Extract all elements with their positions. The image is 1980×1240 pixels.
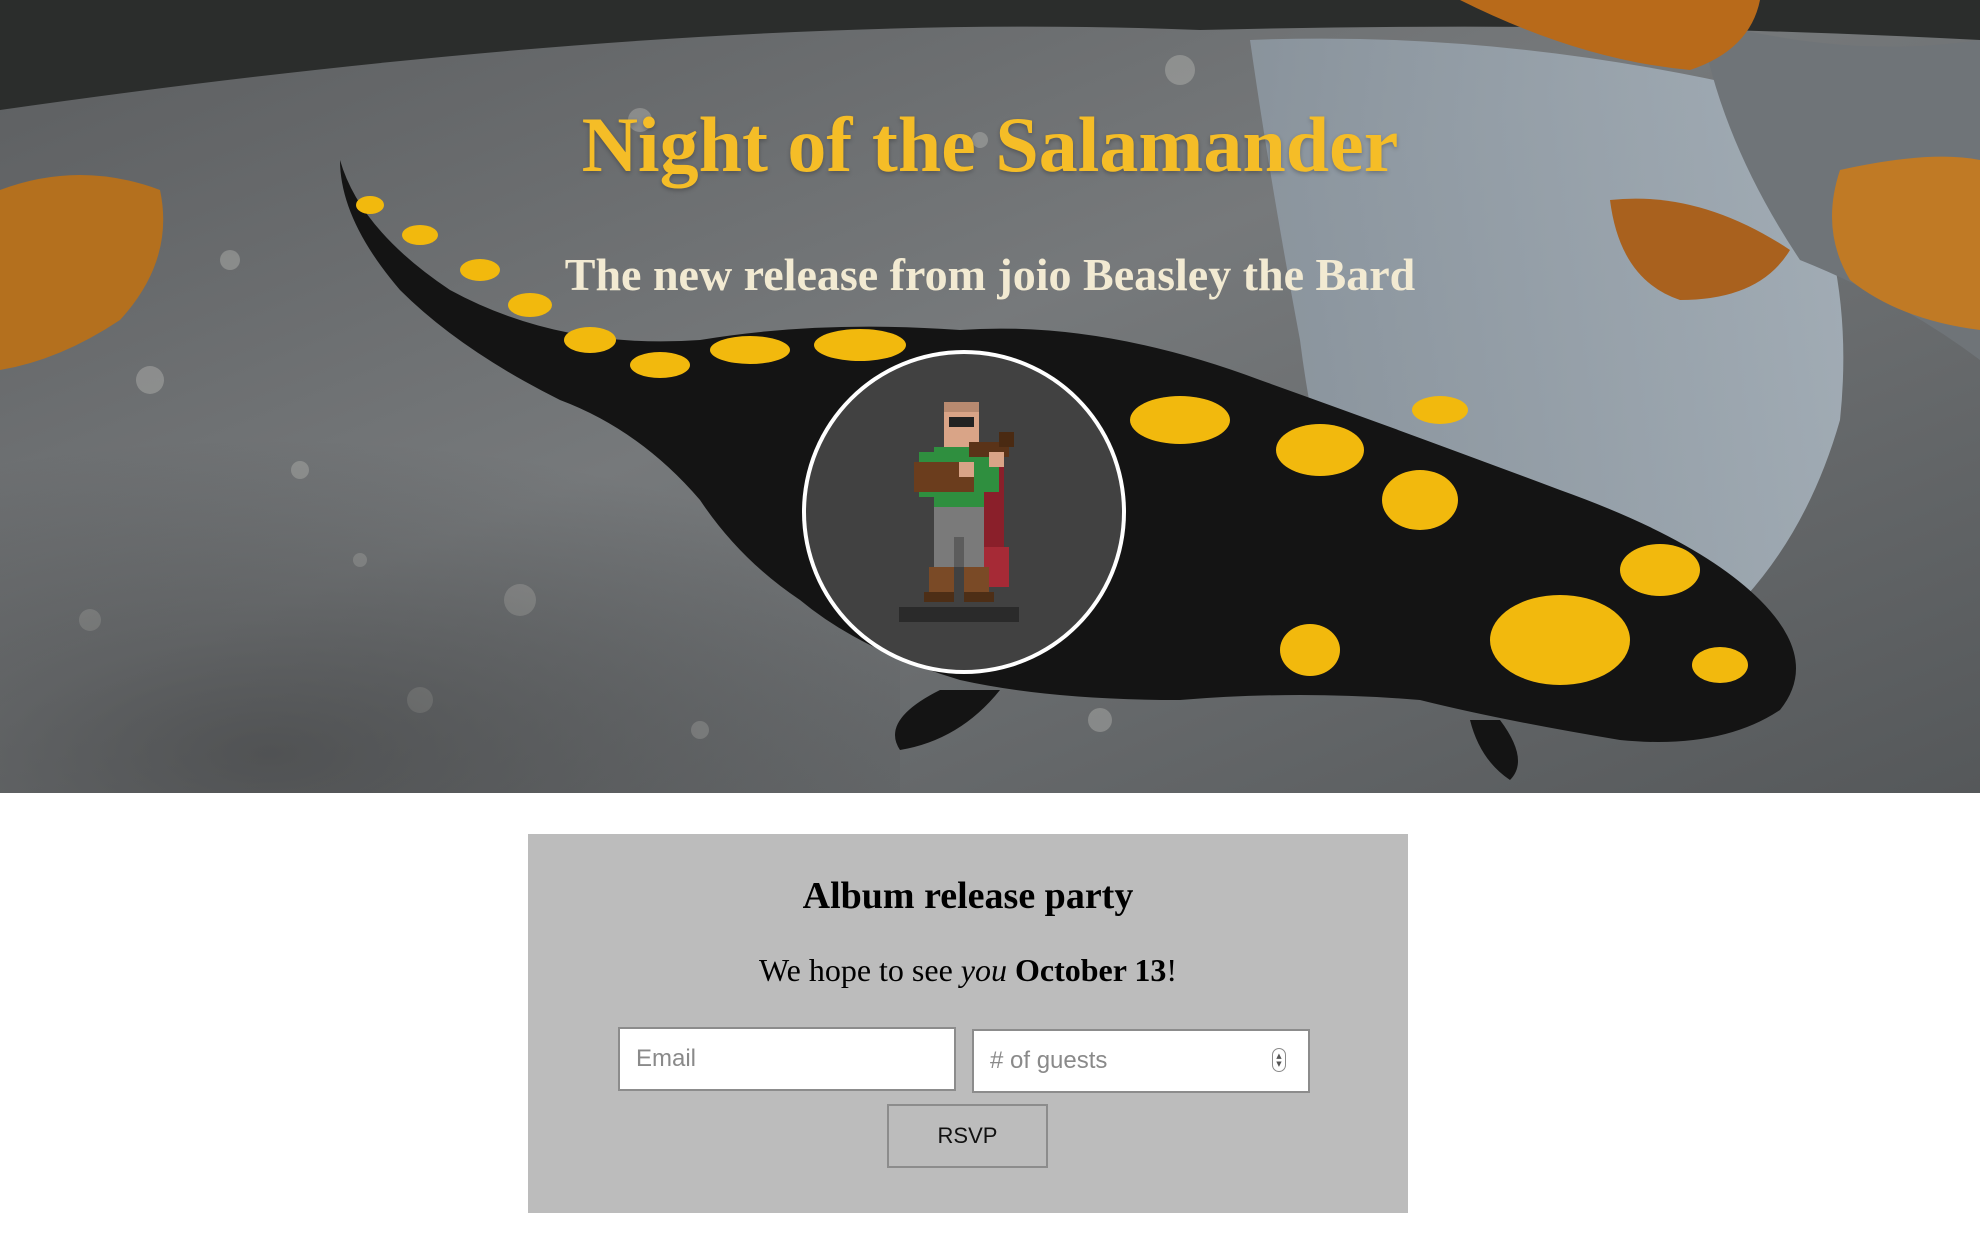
page-title: Night of the Salamander (581, 101, 1399, 188)
avatar-frame (806, 354, 1122, 670)
guests-stepper[interactable]: ▲ ▼ (1272, 1048, 1286, 1072)
stepper-up-icon[interactable]: ▲ (1276, 1052, 1281, 1060)
email-input[interactable] (618, 1027, 956, 1091)
message-prefix: We hope to see (758, 952, 961, 988)
message-emphasis: you (960, 952, 1007, 988)
page-subtitle: The new release from joio Beasley the Ba… (564, 249, 1416, 300)
rsvp-heading: Album release party (802, 875, 1134, 917)
bard-with-lute-icon (899, 402, 1019, 622)
stepper-down-icon[interactable]: ▼ (1276, 1060, 1281, 1068)
bard-avatar (802, 350, 1126, 674)
message-space (1007, 952, 1015, 988)
message-suffix: ! (1166, 952, 1178, 988)
event-date: October 13 (1014, 952, 1167, 988)
guests-input[interactable] (972, 1029, 1310, 1093)
rsvp-card: Album release party We hope to see you O… (528, 834, 1408, 1213)
rsvp-message: We hope to see you October 13! (528, 952, 1408, 989)
rsvp-button[interactable]: RSVP (887, 1104, 1048, 1168)
hero-banner: Night of the Salamander The new release … (0, 0, 1980, 793)
